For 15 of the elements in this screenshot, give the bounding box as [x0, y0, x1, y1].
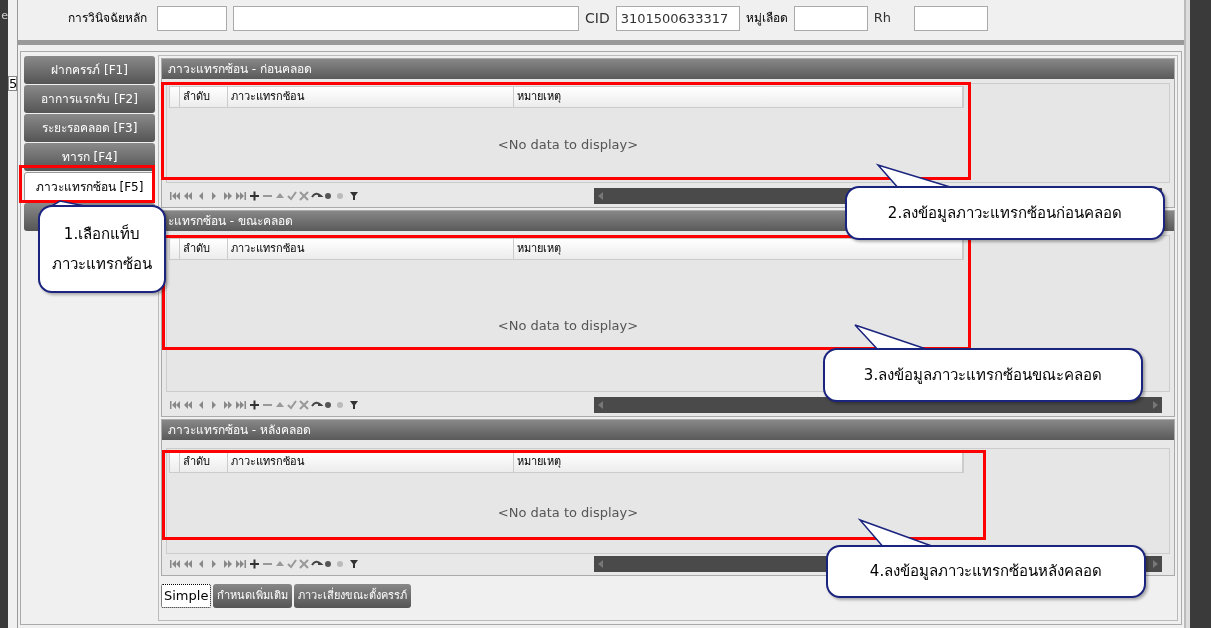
blood-group-label: หมู่เลือด [745, 10, 788, 27]
cid-label: CID [585, 8, 610, 28]
empty-grid-text: <No data to display> [497, 136, 639, 155]
empty-grid-text: <No data to display> [497, 504, 639, 523]
panel-title: ภาวะแทรกซ้อน - ก่อนคลอด [162, 59, 1174, 79]
callout-text: ภาวะแทรกซ้อน [52, 254, 152, 275]
callout-text: 1.เลือกแท็บ [63, 223, 141, 245]
empty-grid-text: <No data to display> [497, 316, 639, 335]
diagnosis-label: การวินิจฉัยหลัก [68, 10, 147, 27]
callout-text: 3.ลงข้อมูลภาวะแทรกซ้อนขณะคลอด [863, 364, 1103, 386]
panel-title: ภาวะแทรกซ้อน - หลังคลอด [162, 420, 1174, 440]
background-fragment-text: e [1, 10, 8, 21]
callout-text: 4.ลงข้อมูลภาวะแทรกซ้อนหลังคลอด [869, 561, 1103, 583]
rh-label: Rh [873, 9, 892, 28]
background-fragment-text: 5 [8, 76, 17, 91]
